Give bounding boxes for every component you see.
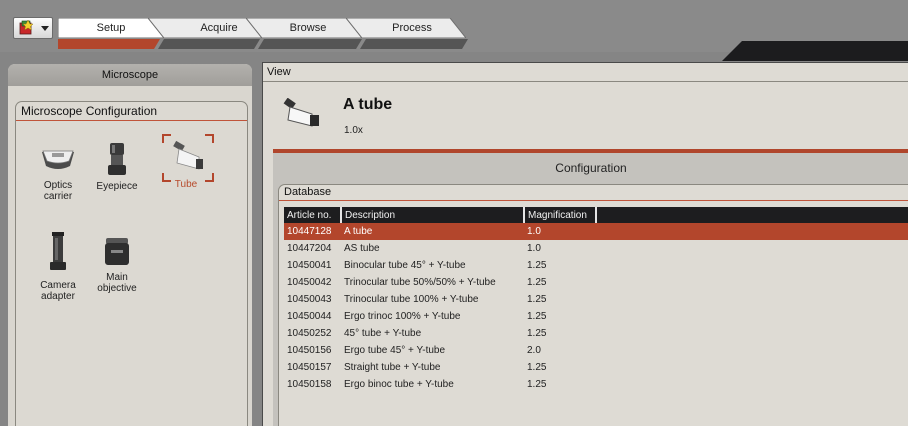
component-label: Main objective: [97, 272, 137, 294]
selected-component-title: A tube: [343, 96, 393, 113]
component-tube[interactable]: Tube: [161, 133, 214, 190]
cell-magnification: 1.25: [527, 362, 547, 373]
table-row[interactable]: 10450043 Trinocular tube 100% + Y-tube 1…: [284, 291, 908, 308]
cell-article: 10450156: [287, 345, 332, 356]
table-header-row: Article no. Description Magnification: [284, 207, 908, 223]
cell-article: 10450252: [287, 328, 332, 339]
app-menu-button[interactable]: [13, 17, 53, 39]
view-divider: [263, 81, 908, 82]
tab-setup-label: Setup: [96, 22, 126, 34]
configuration-title: Configuration: [555, 161, 627, 175]
group-divider: [16, 120, 247, 121]
optics-carrier-icon: [42, 150, 74, 169]
column-header-empty: [596, 207, 908, 223]
tab-process-label: Process: [392, 22, 432, 34]
component-optics-carrier[interactable]: Optics carrier: [33, 144, 83, 202]
tab-browse-label: Browse: [289, 22, 327, 34]
cell-magnification: 1.0: [527, 243, 541, 254]
status-bar-dark: [722, 41, 908, 61]
view-section-label: View: [267, 66, 291, 78]
table-row[interactable]: 10447128 A tube 1.0: [284, 223, 908, 240]
tube-icon: [283, 98, 319, 127]
table-row[interactable]: 10450252 45° tube + Y-tube 1.25: [284, 325, 908, 342]
cell-magnification: 1.25: [527, 277, 547, 288]
cell-description: 45° tube + Y-tube: [344, 328, 422, 339]
cell-empty: [596, 257, 908, 274]
component-main-objective[interactable]: Main objective: [92, 236, 142, 294]
tab-underline-strip: [58, 39, 468, 49]
component-eyepiece[interactable]: Eyepiece: [92, 141, 142, 192]
cell-empty: [596, 325, 908, 342]
top-toolbar: Setup Acquire Browse Process: [0, 0, 908, 61]
cell-article: 10450044: [287, 311, 332, 322]
tube-icon: [162, 134, 214, 182]
cell-description: Ergo trinoc 100% + Y-tube: [344, 311, 461, 322]
camera-adapter-icon: [50, 232, 66, 270]
chevron-down-icon: [41, 26, 49, 31]
tab-process[interactable]: Process: [346, 18, 466, 38]
cell-article: 10450041: [287, 260, 332, 271]
table-row[interactable]: 10450157 Straight tube + Y-tube 1.25: [284, 359, 908, 376]
cell-magnification: 1.25: [527, 379, 547, 390]
column-header-article[interactable]: Article no.: [284, 207, 342, 223]
cell-empty: [596, 291, 908, 308]
database-divider: [279, 200, 908, 201]
component-label: Optics carrier: [43, 180, 73, 202]
tab-browse[interactable]: Browse: [246, 18, 362, 38]
cell-empty: [596, 376, 908, 393]
cell-empty: [596, 342, 908, 359]
cell-empty: [596, 274, 908, 291]
main-objective-icon: [105, 238, 129, 265]
configuration-panel: Configuration Database Article no. Descr…: [273, 153, 908, 426]
eyepiece-icon: [108, 143, 126, 175]
microscope-panel: Microscope Microscope Configuration Opti…: [8, 64, 252, 426]
column-header-magnification[interactable]: Magnification: [524, 207, 597, 223]
cell-magnification: 2.0: [527, 345, 541, 356]
database-table: Article no. Description Magnification 10…: [284, 207, 908, 393]
table-row[interactable]: 10450041 Binocular tube 45° + Y-tube 1.2…: [284, 257, 908, 274]
database-group: Database Article no. Description Magnifi…: [278, 184, 908, 426]
cell-empty: [596, 308, 908, 325]
app-logo-icon: [19, 20, 33, 35]
cell-description: Straight tube + Y-tube: [344, 362, 441, 373]
microscope-configuration-group: Microscope Configuration Optics carrier …: [15, 101, 248, 426]
cell-empty: [596, 240, 908, 257]
cell-article: 10450158: [287, 379, 332, 390]
cell-magnification: 1.25: [527, 311, 547, 322]
component-label: Eyepiece: [96, 181, 138, 192]
microscope-configuration-title: Microscope Configuration: [21, 104, 158, 118]
cell-description: Ergo binoc tube + Y-tube: [344, 379, 454, 390]
table-row[interactable]: 10450042 Trinocular tube 50%/50% + Y-tub…: [284, 274, 908, 291]
cell-description: AS tube: [344, 243, 380, 254]
cell-description: Binocular tube 45° + Y-tube: [344, 260, 466, 271]
cell-description: A tube: [341, 223, 524, 240]
cell-magnification: 1.0: [524, 223, 596, 240]
cell-magnification: 1.25: [527, 328, 547, 339]
view-panel: View A tube 1.0x Configuration Database: [262, 62, 908, 426]
table-row[interactable]: 10450158 Ergo binoc tube + Y-tube 1.25: [284, 376, 908, 393]
cell-article: 10450042: [287, 277, 332, 288]
cell-magnification: 1.25: [527, 294, 547, 305]
cell-article: 10450043: [287, 294, 332, 305]
column-header-description[interactable]: Description: [341, 207, 525, 223]
cell-description: Ergo tube 45° + Y-tube: [344, 345, 446, 356]
cell-empty: [596, 359, 908, 376]
cell-description: Trinocular tube 50%/50% + Y-tube: [344, 277, 496, 288]
cell-empty: [596, 223, 908, 240]
cell-article: 10447204: [287, 243, 332, 254]
table-row[interactable]: 10450044 Ergo trinoc 100% + Y-tube 1.25: [284, 308, 908, 325]
component-label: Camera adapter: [40, 280, 76, 302]
database-title: Database: [284, 186, 332, 198]
microscope-panel-title: Microscope: [8, 64, 252, 86]
component-camera-adapter[interactable]: Camera adapter: [33, 230, 83, 302]
tab-acquire-label: Acquire: [200, 22, 238, 34]
tab-acquire[interactable]: Acquire: [148, 18, 262, 38]
cell-magnification: 1.25: [527, 260, 547, 271]
cell-article: 10450157: [287, 362, 332, 373]
table-row[interactable]: 10447204 AS tube 1.0: [284, 240, 908, 257]
table-row[interactable]: 10450156 Ergo tube 45° + Y-tube 2.0: [284, 342, 908, 359]
selected-component-magnification: 1.0x: [344, 125, 363, 136]
cell-description: Trinocular tube 100% + Y-tube: [344, 294, 479, 305]
cell-article: 10447128: [284, 223, 341, 240]
